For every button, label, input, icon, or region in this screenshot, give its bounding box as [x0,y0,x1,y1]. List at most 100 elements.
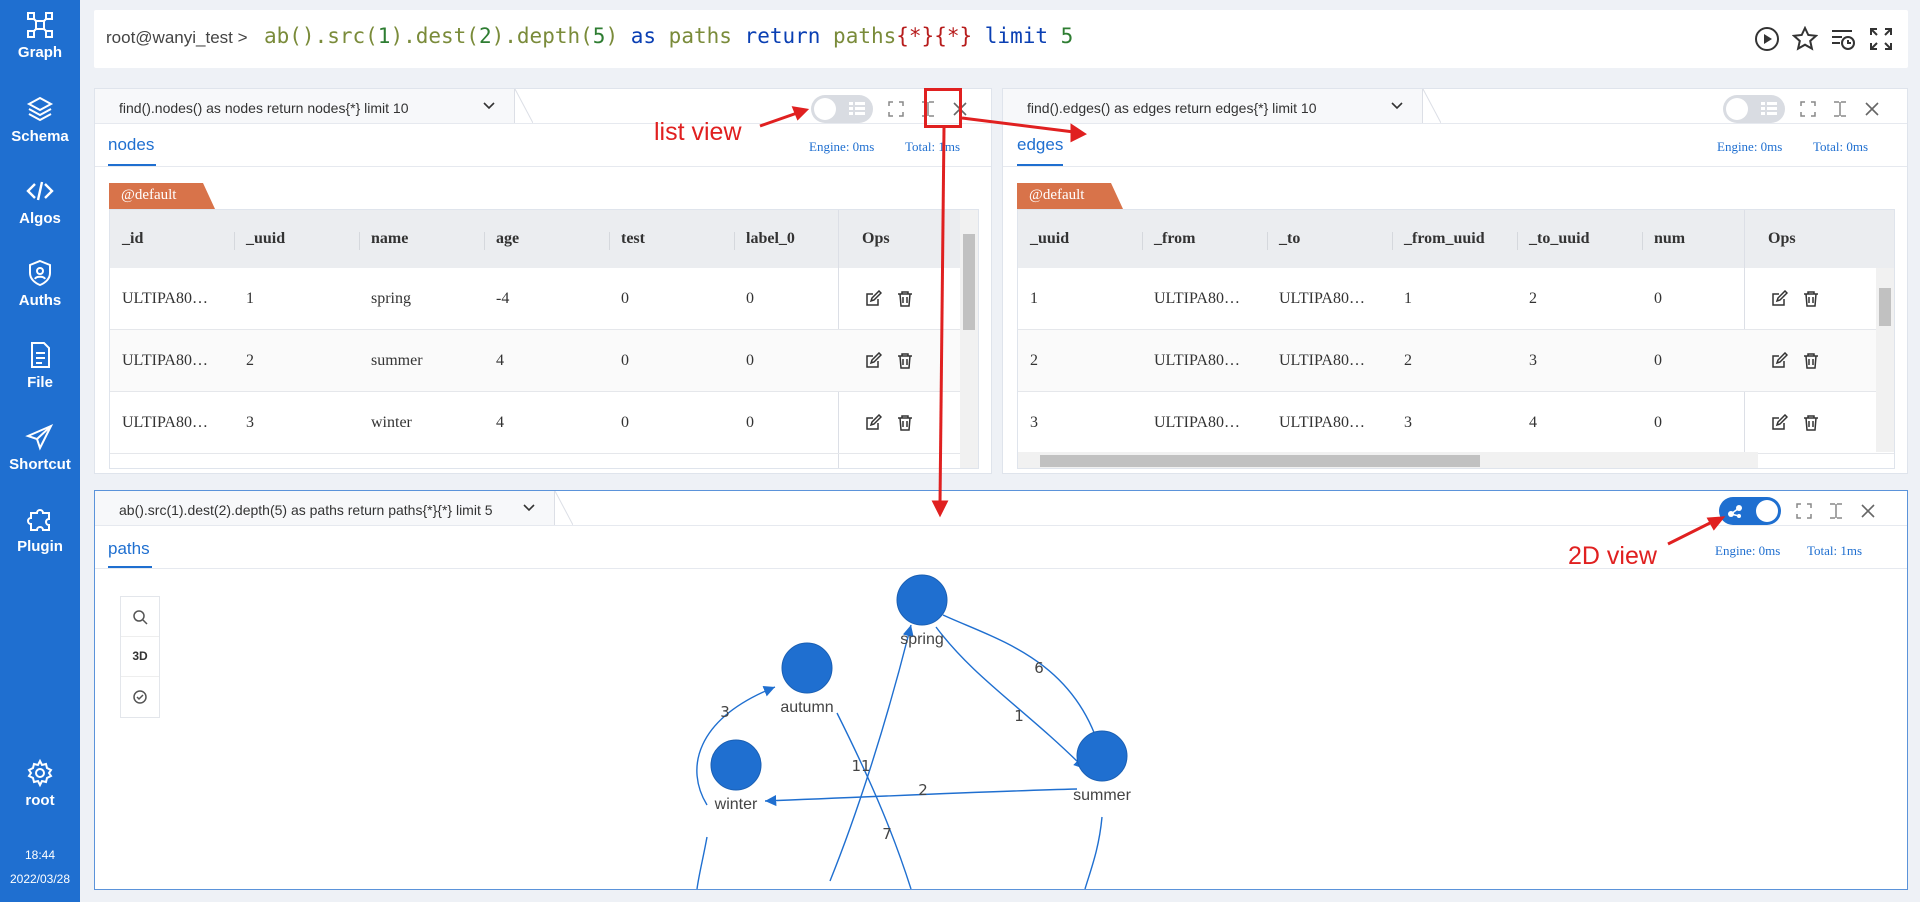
column-header[interactable]: _from [1154,230,1195,248]
tag-tail [1109,183,1123,209]
split-icon[interactable] [1831,100,1849,118]
schema-tag: @default [1017,183,1109,209]
column-header[interactable]: _id [122,230,143,248]
reset-tool[interactable] [121,677,159,717]
view-toggle[interactable] [811,95,873,123]
edit-icon[interactable] [864,290,882,308]
user-menu[interactable]: root [0,748,80,828]
table-row[interactable]: ULTIPA80… 3 winter 4 0 0 [110,392,978,454]
graph-node[interactable] [1076,730,1128,782]
column-header[interactable]: label_0 [746,230,795,248]
split-icon[interactable] [1827,502,1845,520]
edit-icon[interactable] [1770,414,1788,432]
history-icon[interactable] [1830,26,1856,52]
table-cell: 0 [621,414,629,431]
expand-icon[interactable] [1795,502,1813,520]
favorite-icon[interactable] [1791,25,1819,52]
sidebar-item-label: Plugin [17,538,63,555]
graph-edge [935,626,1086,770]
sidebar-item-algos[interactable]: Algos [0,166,80,246]
reset-icon [133,690,147,704]
panel-query-tab[interactable]: ab().src(1).dest(2).depth(5) as paths re… [95,491,555,525]
tab-paths[interactable]: paths [108,539,150,559]
table-row[interactable]: ULTIPA80… 2 summer 4 0 0 [110,330,978,392]
clock-time: 18:44 [24,848,56,862]
table-row[interactable]: 3 ULTIPA80… ULTIPA80… 3 4 0 [1018,392,1894,454]
table-cell: ULTIPA80… [1279,352,1365,369]
table-row[interactable]: ULTIPA80… 1 spring -4 0 0 [110,268,978,330]
3d-toggle[interactable]: 3D [121,637,159,677]
table-row[interactable]: 2 ULTIPA80… ULTIPA80… 2 3 0 [1018,330,1894,392]
tab-nodes[interactable]: nodes [108,135,154,155]
total-time: Total: 0ms [1813,139,1869,154]
close-icon[interactable] [1863,100,1881,118]
table-cell: 2 [1404,352,1412,369]
delete-icon[interactable] [1802,290,1820,308]
delete-icon[interactable] [1802,352,1820,370]
list-icon [1761,102,1777,115]
column-header[interactable]: age [496,230,519,248]
column-header[interactable]: _from_uuid [1404,230,1485,248]
panel-query-tab[interactable]: find().edges() as edges return edges{*} … [1003,89,1423,123]
graph-canvas[interactable]: 6 1 3 11 2 7 spring autumn winter summer [95,569,1907,889]
paper-plane-icon [25,423,54,451]
query-token: ab().src( [264,24,378,48]
delete-icon[interactable] [896,414,914,432]
panel-query-text: find().nodes() as nodes return nodes{*} … [119,100,409,116]
sidebar-item-graph[interactable]: Graph [0,0,80,80]
panel-query-tab[interactable]: find().nodes() as nodes return nodes{*} … [95,89,515,123]
zoom-tool[interactable] [121,597,159,637]
vertical-scrollbar[interactable] [960,210,978,468]
table-cell: ULTIPA80… [1279,290,1365,307]
sidebar-item-auths[interactable]: Auths [0,248,80,328]
close-icon[interactable] [1859,502,1877,520]
panel-actions [1719,497,1877,525]
run-icon[interactable] [1754,26,1780,52]
view-toggle[interactable] [1719,497,1781,525]
graph-node[interactable] [896,574,948,626]
column-header[interactable]: num [1654,230,1685,248]
annotation-list-view: list view [654,118,742,146]
sidebar-item-schema[interactable]: Schema [0,84,80,164]
sidebar: Graph Schema Algos Auths File Shortcut P… [0,0,80,902]
graph-node[interactable] [781,642,833,694]
tab-edges[interactable]: edges [1017,135,1063,155]
nodes-table: _id _uuid name age test label_0 Ops ULTI… [109,209,979,469]
column-header[interactable]: _to [1279,230,1300,248]
view-toggle[interactable] [1723,95,1785,123]
query-token: 5 [592,24,606,48]
expand-icon[interactable] [887,100,905,118]
column-header[interactable]: test [621,230,645,248]
table-header: _uuid _from _to _from_uuid _to_uuid num … [1018,210,1894,268]
node-label: autumn [780,699,833,716]
edit-icon[interactable] [1770,352,1788,370]
column-header[interactable]: _uuid [246,230,285,248]
column-header[interactable]: name [371,230,408,248]
table-cell: ULTIPA80… [1279,414,1365,431]
query-editor[interactable]: ab().src(1).dest(2).depth(5) as paths re… [264,24,1073,48]
vertical-scrollbar[interactable] [1876,268,1894,452]
sidebar-item-plugin[interactable]: Plugin [0,494,80,574]
delete-icon[interactable] [896,352,914,370]
edit-icon[interactable] [1770,290,1788,308]
sidebar-item-shortcut[interactable]: Shortcut [0,412,80,492]
fullscreen-icon[interactable] [1868,26,1894,52]
panel-query-text: find().edges() as edges return edges{*} … [1027,100,1317,116]
edit-icon[interactable] [864,414,882,432]
expand-icon[interactable] [1799,100,1817,118]
delete-icon[interactable] [1802,414,1820,432]
column-header[interactable]: _uuid [1030,230,1069,248]
edit-icon[interactable] [864,352,882,370]
column-header[interactable]: _to_uuid [1529,230,1589,248]
graph-edge [942,614,1104,754]
chevron-down-icon[interactable] [522,501,536,515]
table-cell: 3 [1404,414,1412,431]
sidebar-item-file[interactable]: File [0,330,80,410]
chevron-down-icon[interactable] [1390,99,1404,113]
chevron-down-icon[interactable] [482,99,496,113]
table-row[interactable]: 1 ULTIPA80… ULTIPA80… 1 2 0 [1018,268,1894,330]
delete-icon[interactable] [896,290,914,308]
graph-node[interactable] [710,739,762,791]
horizontal-scrollbar[interactable] [1018,452,1758,468]
query-token: ) [605,24,631,48]
